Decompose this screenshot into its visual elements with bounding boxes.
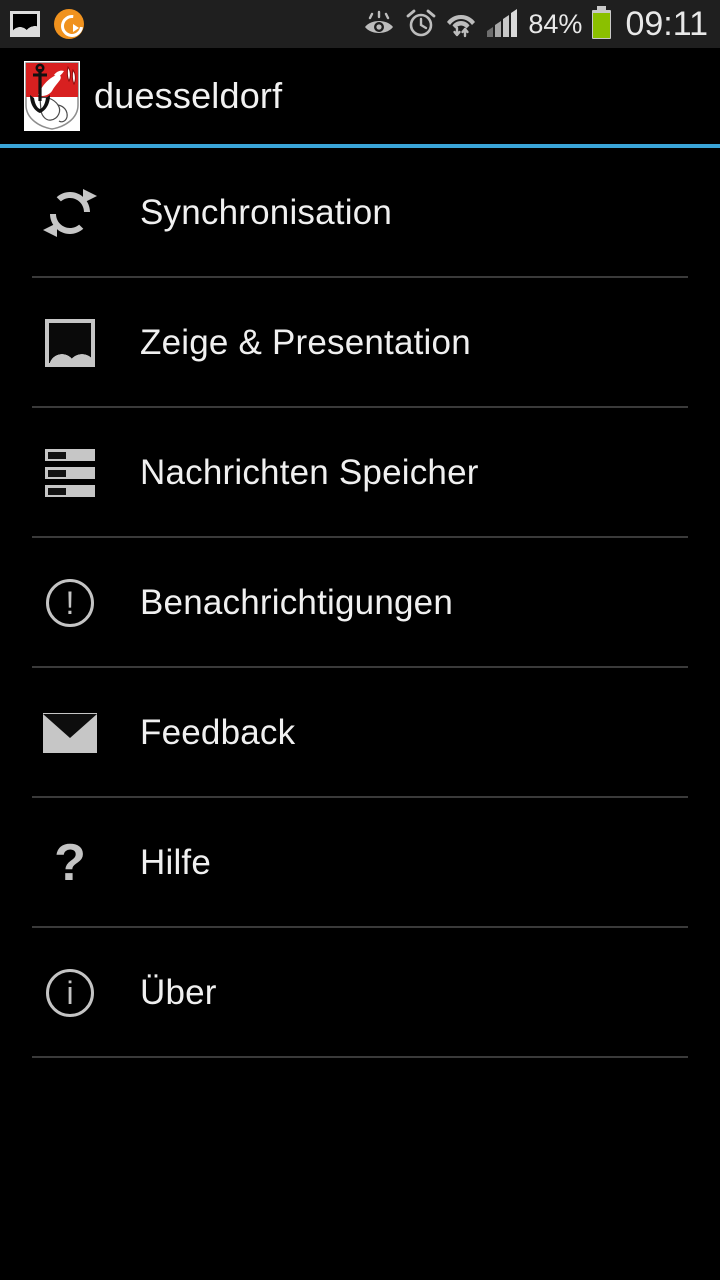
alert-exclamation-circle-icon: ! (0, 579, 140, 627)
menu-item-label: Hilfe (140, 843, 212, 882)
menu-item-label: Feedback (140, 713, 296, 752)
sync-refresh-icon (0, 184, 140, 242)
menu-item-feedback[interactable]: Feedback (0, 668, 720, 798)
status-bar-left-icons (10, 9, 84, 39)
app-screen: 84% 09:11 duesseldorf Synchronisation Ze… (0, 0, 720, 1280)
status-bar-clock: 09:11 (625, 5, 708, 43)
message-storage-list-icon (0, 449, 140, 497)
menu-item-synchronisation[interactable]: Synchronisation (0, 148, 720, 278)
alarm-clock-icon (406, 9, 436, 37)
menu-item-zeige-presentation[interactable]: Zeige & Presentation (0, 278, 720, 408)
menu-item-label: Nachrichten Speicher (140, 453, 479, 492)
info-glyph: i (46, 969, 94, 1017)
question-mark-icon: ? (0, 837, 140, 889)
menu-item-ueber[interactable]: i Über (0, 928, 720, 1058)
wifi-data-transfer-icon (447, 15, 476, 38)
menu-item-label: Benachrichtigungen (140, 583, 453, 622)
list-divider (32, 1056, 688, 1058)
exclamation-glyph: ! (46, 579, 94, 627)
info-circle-icon: i (0, 969, 140, 1017)
status-bar: 84% 09:11 (0, 0, 720, 48)
menu-item-hilfe[interactable]: ? Hilfe (0, 798, 720, 928)
battery-percent-label: 84% (528, 8, 583, 39)
menu-item-label: Über (140, 973, 217, 1012)
battery-icon (592, 5, 612, 39)
duesseldorf-coat-of-arms-icon[interactable] (24, 61, 80, 131)
question-glyph: ? (54, 834, 86, 892)
page-title: duesseldorf (94, 75, 283, 116)
menu-item-benachrichtigungen[interactable]: ! Benachrichtigungen (0, 538, 720, 668)
menu-item-nachrichten-speicher[interactable]: Nachrichten Speicher (0, 408, 720, 538)
gallery-icon (10, 11, 40, 37)
battery-fill (593, 13, 611, 38)
status-bar-right-icons: 84% 09:11 (362, 5, 708, 43)
smart-stay-eye-icon (365, 10, 394, 33)
menu-item-label: Synchronisation (140, 193, 393, 232)
action-bar: duesseldorf (0, 48, 720, 144)
image-photo-icon (0, 319, 140, 367)
settings-menu-list: Synchronisation Zeige & Presentation Nac… (0, 148, 720, 1058)
sync-app-icon (54, 9, 84, 39)
signal-bars-icon (487, 9, 518, 37)
menu-item-label: Zeige & Presentation (140, 323, 471, 362)
envelope-mail-icon (0, 713, 140, 753)
